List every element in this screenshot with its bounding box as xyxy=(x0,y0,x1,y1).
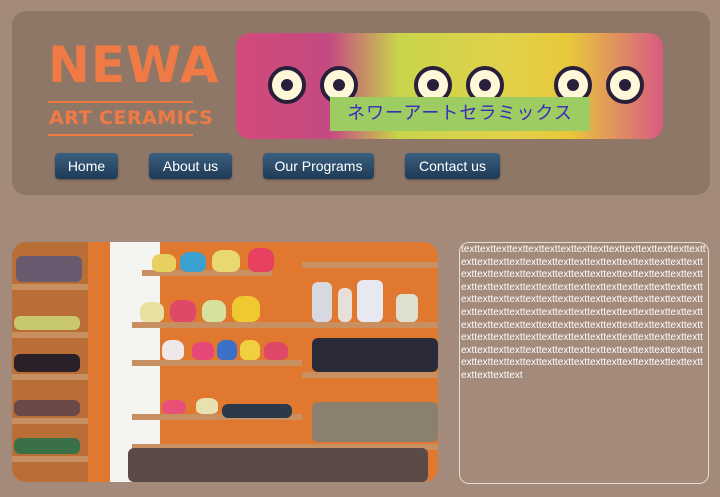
nav-about-button[interactable]: About us xyxy=(149,153,232,179)
site-logo[interactable]: NEWA ART CERAMICS xyxy=(48,37,219,147)
logo-subtitle: ART CERAMICS xyxy=(49,107,214,129)
logo-wordmark: NEWA xyxy=(48,36,220,94)
nav-home-button[interactable]: Home xyxy=(55,153,118,179)
content-text-box: texttexttexttexttexttexttexttexttexttext… xyxy=(459,242,709,484)
site-header: NEWA ART CERAMICS ネワーアートセラミックス Home Abou… xyxy=(12,11,710,195)
nav-contact-button[interactable]: Contact us xyxy=(405,153,500,179)
banner-caption: ネワーアートセラミックス xyxy=(330,97,590,131)
logo-divider xyxy=(48,134,193,136)
logo-divider xyxy=(48,101,193,103)
header-banner-image: ネワーアートセラミックス xyxy=(236,33,663,139)
ceramics-shop-photo xyxy=(12,242,438,482)
nav-programs-button[interactable]: Our Programs xyxy=(263,153,374,179)
